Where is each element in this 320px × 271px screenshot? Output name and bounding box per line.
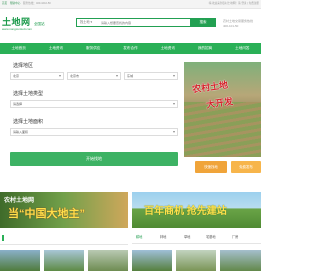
city-switcher[interactable]: 全国站 — [34, 22, 45, 27]
district-select-value: 东城 — [127, 74, 134, 78]
tab-factory[interactable]: 厂房 — [232, 234, 238, 239]
nav-item-cooperation[interactable]: 发布合作 — [112, 46, 149, 51]
search-box: 找土地 ▾ 搜索 — [76, 18, 216, 27]
start-search-button[interactable]: 开始找地 — [10, 152, 178, 166]
quick-find-button[interactable]: 快速找地 — [195, 161, 227, 173]
chevron-down-icon — [59, 75, 61, 77]
main-nav: 土地首页 土地资讯 服务供应 发布合作 土地资讯 我的招商 土地问答 — [0, 43, 261, 54]
search-button[interactable]: 搜索 — [190, 18, 216, 27]
location-title: 选择地区 — [13, 63, 34, 69]
site-logo-url: www.nongcuntudi.com — [2, 27, 33, 31]
listing-thumbnail[interactable] — [176, 250, 216, 271]
land-area-select[interactable]: 请输入面积 — [10, 128, 178, 136]
chevron-down-icon — [116, 75, 118, 77]
tab-farmland[interactable]: 耕地 — [136, 234, 142, 239]
chevron-down-icon — [173, 103, 175, 105]
land-area-select-value: 请输入面积 — [13, 130, 29, 134]
tabs-divider — [132, 243, 261, 244]
hotline-number: 400-101-50 — [223, 24, 239, 28]
top-link-help[interactable]: 帮助中心 — [10, 2, 20, 5]
section-header-left — [0, 234, 128, 245]
listing-thumbnail[interactable] — [0, 250, 40, 271]
banner-text-line-1: 农村土地 — [191, 79, 229, 95]
listing-thumbnails — [0, 250, 261, 271]
province-select[interactable]: 北京 — [10, 72, 64, 80]
login-register-links[interactable]: 嗨,欢迎来到农村土地网！请 登录 | 免费注册 — [209, 0, 259, 8]
section-marker — [2, 235, 4, 241]
free-publish-button[interactable]: 免费发布 — [231, 161, 261, 173]
top-link-home[interactable]: 首页 — [2, 2, 7, 5]
listing-thumbnail[interactable] — [44, 250, 84, 271]
land-type-tabs: 耕地 林地 草地 宅基地 厂房 — [132, 234, 261, 242]
nav-item-investment[interactable]: 我的招商 — [186, 46, 223, 51]
listing-thumbnail[interactable] — [132, 250, 172, 271]
province-select-value: 北京 — [13, 74, 20, 78]
hotline-label: 农村土地交易服务热线 — [223, 19, 254, 23]
tab-homestead[interactable]: 宅基地 — [206, 234, 216, 239]
land-filter-panel: 选择地区 北京 北京市 东城 选择土地类型 请选择 选择土地面积 请输入面积 开… — [10, 62, 180, 172]
city-select-value: 北京市 — [70, 74, 80, 78]
service-hotline-text: 服务热线：400-1010-50 — [23, 2, 51, 5]
promo-left-slogan: 当“中国大地主” — [8, 208, 85, 220]
tab-forest[interactable]: 林地 — [160, 234, 166, 239]
promo-ad-right[interactable]: 百年商机 抢先建站 — [132, 192, 261, 228]
listing-thumbnail[interactable] — [88, 250, 128, 271]
top-bar-left: 首页 帮助中心 服务热线：400-1010-50 — [2, 0, 51, 8]
land-type-select[interactable]: 请选择 — [10, 100, 178, 108]
chevron-down-icon — [173, 131, 175, 133]
chevron-down-icon — [173, 75, 175, 77]
nav-item-news[interactable]: 土地资讯 — [37, 46, 74, 51]
land-type-title: 选择土地类型 — [13, 91, 44, 97]
search-type-dropdown[interactable]: 找土地 ▾ — [80, 19, 92, 26]
land-type-select-value: 请选择 — [13, 102, 23, 106]
search-input[interactable] — [101, 20, 181, 25]
listing-thumbnail[interactable] — [220, 250, 261, 271]
promo-banner-image[interactable]: 农村土地 大开发 — [184, 62, 261, 157]
promo-ad-left[interactable]: 农村土地网 当“中国大地主” — [0, 192, 128, 228]
nav-item-qa[interactable]: 土地问答 — [224, 46, 261, 51]
farmland-illustration — [184, 102, 261, 157]
district-select[interactable]: 东城 — [124, 72, 178, 80]
nav-item-home[interactable]: 土地首页 — [0, 46, 37, 51]
nav-item-news-2[interactable]: 土地资讯 — [149, 46, 186, 51]
top-bar: 首页 帮助中心 服务热线：400-1010-50 嗨,欢迎来到农村土地网！请 登… — [0, 0, 261, 9]
nav-item-services[interactable]: 服务供应 — [75, 46, 112, 51]
city-select[interactable]: 北京市 — [67, 72, 121, 80]
promo-right-slogan: 百年商机 抢先建站 — [144, 206, 227, 217]
promo-left-brand: 农村土地网 — [4, 198, 35, 204]
tab-grassland[interactable]: 草地 — [184, 234, 190, 239]
land-area-title: 选择土地面积 — [13, 119, 44, 125]
